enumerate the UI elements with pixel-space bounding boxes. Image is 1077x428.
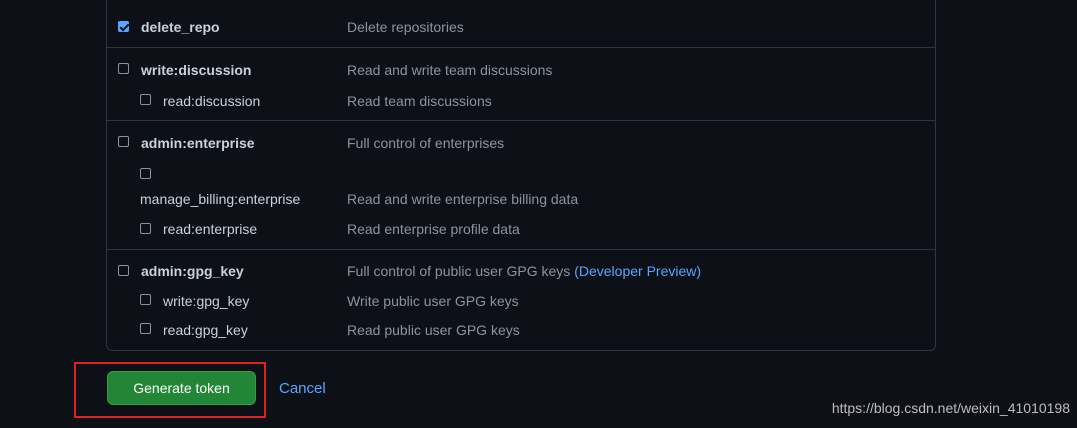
admin-enterprise-checkbox[interactable] [118, 136, 129, 147]
scope-name: delete_repo [141, 19, 220, 35]
scope-name: admin:enterprise [141, 135, 255, 151]
delete-repo-checkbox[interactable] [118, 21, 129, 32]
developer-preview-link[interactable]: (Developer Preview) [574, 263, 701, 279]
scope-description: Delete repositories [347, 19, 464, 35]
scope-description: Full control of public user GPG keys (De… [347, 263, 701, 279]
read-enterprise-checkbox[interactable] [140, 223, 151, 234]
scope-name: read:discussion [163, 93, 261, 109]
scope-row-write-gpg-key: write:gpg_key Write public user GPG keys [107, 286, 935, 316]
write-gpg-key-checkbox[interactable] [140, 294, 151, 305]
scope-row-admin-gpg-key: admin:gpg_key Full control of public use… [107, 250, 935, 286]
scope-name: admin:gpg_key [141, 263, 244, 279]
scope-name: write:gpg_key [163, 293, 250, 309]
read-gpg-key-checkbox[interactable] [140, 323, 151, 334]
scope-row-delete-repo: delete_repo Delete repositories [107, 5, 935, 47]
scope-description: Read team discussions [347, 93, 492, 109]
scope-row-read-discussion: read:discussion Read team discussions [107, 84, 935, 120]
scope-group-gpg-key: admin:gpg_key Full control of public use… [107, 250, 935, 350]
read-discussion-checkbox[interactable] [140, 94, 151, 105]
scopes-list: delete_repo Delete repositories write:di… [106, 0, 936, 351]
scope-description: Read public user GPG keys [347, 322, 520, 338]
scope-row-read-enterprise: read:enterprise Read enterprise profile … [107, 213, 935, 249]
scope-description-text: Full control of public user GPG keys [347, 263, 571, 279]
token-scopes-page: delete_repo Delete repositories write:di… [0, 0, 1077, 428]
scope-row-read-gpg-key: read:gpg_key Read public user GPG keys [107, 316, 935, 346]
scope-group-delete-repo: delete_repo Delete repositories [107, 5, 935, 48]
generate-token-button[interactable]: Generate token [107, 371, 256, 405]
scope-description: Read and write team discussions [347, 62, 553, 78]
scope-row-write-discussion: write:discussion Read and write team dis… [107, 48, 935, 84]
admin-gpg-key-checkbox[interactable] [118, 265, 129, 276]
scope-group-enterprise: admin:enterprise Full control of enterpr… [107, 121, 935, 250]
scope-name: manage_billing:enterprise [140, 191, 301, 207]
write-discussion-checkbox[interactable] [118, 63, 129, 74]
scope-group-discussion: write:discussion Read and write team dis… [107, 48, 935, 121]
watermark-text: https://blog.csdn.net/weixin_41010198 [831, 400, 1070, 416]
cancel-link[interactable]: Cancel [279, 380, 326, 397]
manage-billing-enterprise-checkbox[interactable] [140, 168, 151, 179]
scope-name: read:enterprise [163, 221, 258, 237]
scope-name: read:gpg_key [163, 322, 248, 338]
scope-description: Write public user GPG keys [347, 293, 519, 309]
scope-row-admin-enterprise: admin:enterprise Full control of enterpr… [107, 121, 935, 157]
scope-name: write:discussion [141, 62, 252, 78]
scope-description: Full control of enterprises [347, 135, 505, 151]
scope-description: Read enterprise profile data [347, 221, 520, 237]
scope-description: Read and write enterprise billing data [347, 191, 579, 207]
scope-row-manage-billing-enterprise: manage_billing:enterprise Read and write… [107, 161, 935, 211]
